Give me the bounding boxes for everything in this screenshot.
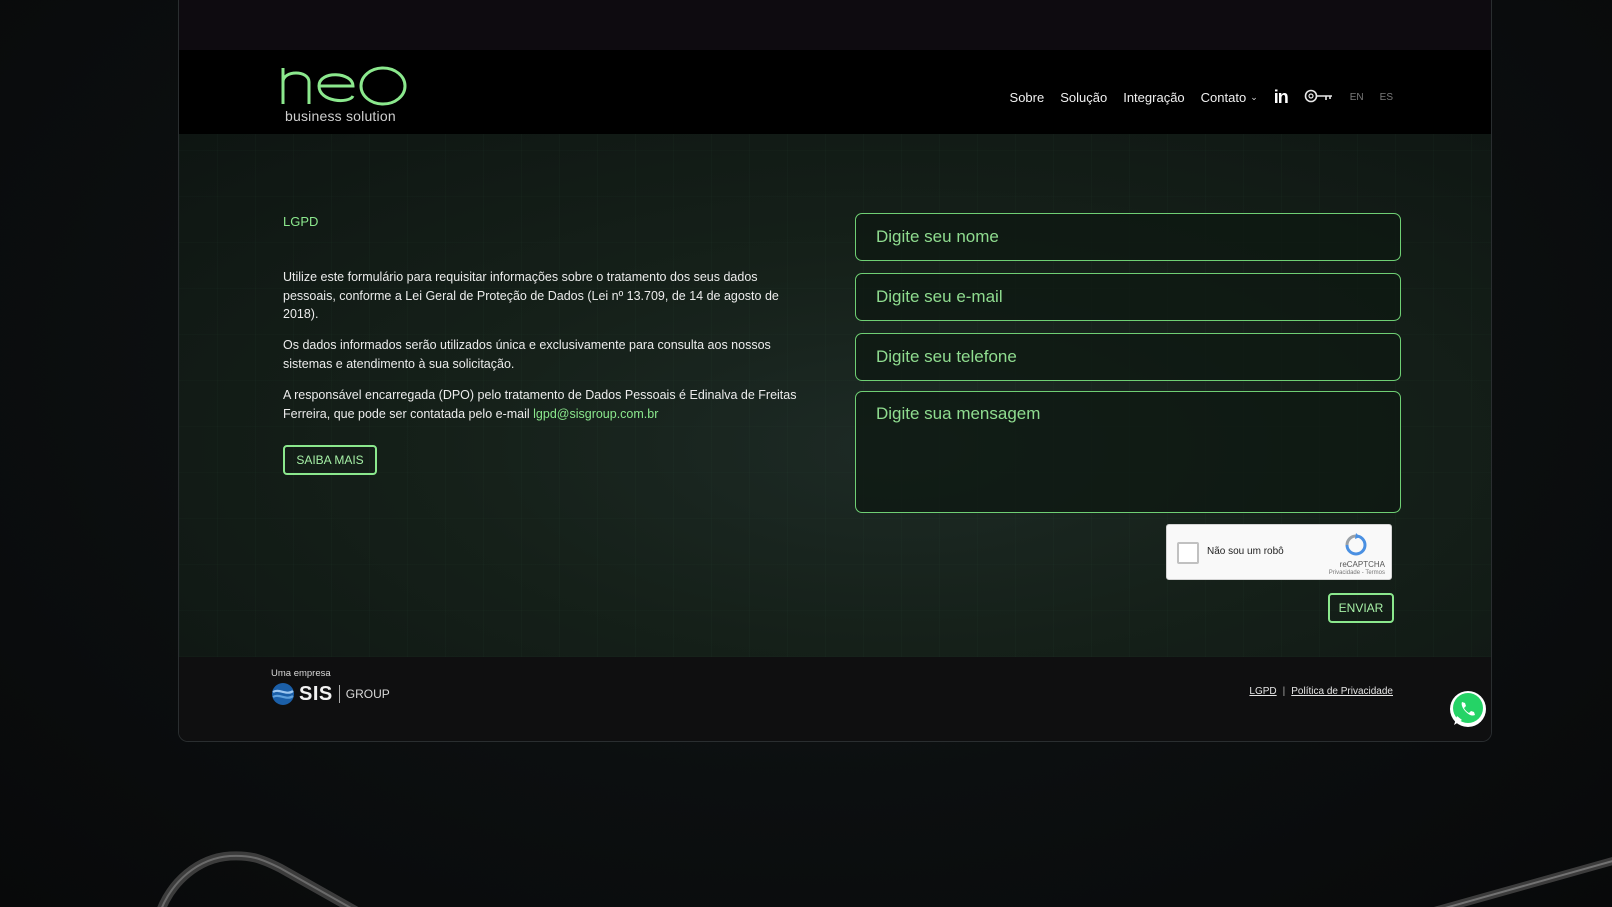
section-title: LGPD: [283, 214, 319, 229]
recaptcha-brand: reCAPTCHA: [1339, 560, 1385, 569]
main-nav: Sobre Solução Integração Contato ⌄ in EN…: [1010, 87, 1393, 108]
phone-input[interactable]: [855, 333, 1401, 381]
sis-globe-icon: [272, 683, 294, 705]
phone-mockup-right: [1433, 857, 1612, 907]
group-wordmark: GROUP: [345, 687, 390, 701]
email-input[interactable]: [855, 273, 1401, 321]
message-textarea[interactable]: [855, 391, 1401, 513]
footer-link-separator: |: [1282, 686, 1286, 697]
nav-item-contato[interactable]: Contato ⌄: [1201, 90, 1258, 105]
recaptcha-checkbox[interactable]: [1177, 542, 1199, 564]
sis-group-logo[interactable]: SIS GROUP: [271, 682, 390, 706]
saiba-mais-button[interactable]: SAIBA MAIS: [283, 445, 377, 475]
linkedin-icon[interactable]: in: [1274, 87, 1289, 108]
dpo-paragraph: A responsável encarregada (DPO) pelo tra…: [283, 386, 803, 423]
lang-es[interactable]: ES: [1380, 92, 1393, 103]
footer-link-lgpd[interactable]: LGPD: [1249, 686, 1276, 697]
nav-item-contato-label: Contato: [1200, 90, 1247, 105]
key-icon[interactable]: [1304, 88, 1334, 107]
recaptcha-terms[interactable]: Privacidade - Termos: [1329, 570, 1385, 576]
phone-mockup-left: [157, 851, 359, 907]
nav-item-integracao[interactable]: Integração: [1123, 90, 1184, 105]
whatsapp-icon[interactable]: [1448, 689, 1488, 729]
recaptcha-widget: Não sou um robô reCAPTCHA Privacidade - …: [1166, 524, 1392, 580]
footer-link-privacy[interactable]: Política de Privacidade: [1291, 686, 1393, 697]
footer-links: LGPD | Política de Privacidade: [1249, 686, 1393, 697]
logo-subtitle: business solution: [285, 108, 396, 124]
company-caption: Uma empresa: [271, 668, 331, 679]
nav-item-sobre[interactable]: Sobre: [1010, 90, 1045, 105]
top-bar: [179, 0, 1491, 50]
recaptcha-label: Não sou um robô: [1207, 546, 1284, 557]
recaptcha-icon: [1345, 533, 1367, 556]
page-frame: business solution Sobre Solução Integraç…: [178, 0, 1492, 742]
neo-logo-icon: [281, 66, 407, 106]
name-input[interactable]: [855, 213, 1401, 261]
data-usage-paragraph: Os dados informados serão utilizados úni…: [283, 338, 771, 371]
dpo-email-link[interactable]: lgpd@sisgroup.com.br: [533, 407, 658, 421]
intro-paragraph: Utilize este formulário para requisitar …: [283, 270, 779, 321]
lang-en[interactable]: EN: [1350, 92, 1364, 103]
submit-button[interactable]: ENVIAR: [1328, 593, 1394, 623]
chevron-down-icon: ⌄: [1250, 92, 1258, 102]
nav-item-solucao[interactable]: Solução: [1060, 90, 1107, 105]
logo-divider: [338, 685, 340, 703]
sis-wordmark: SIS: [299, 682, 333, 705]
